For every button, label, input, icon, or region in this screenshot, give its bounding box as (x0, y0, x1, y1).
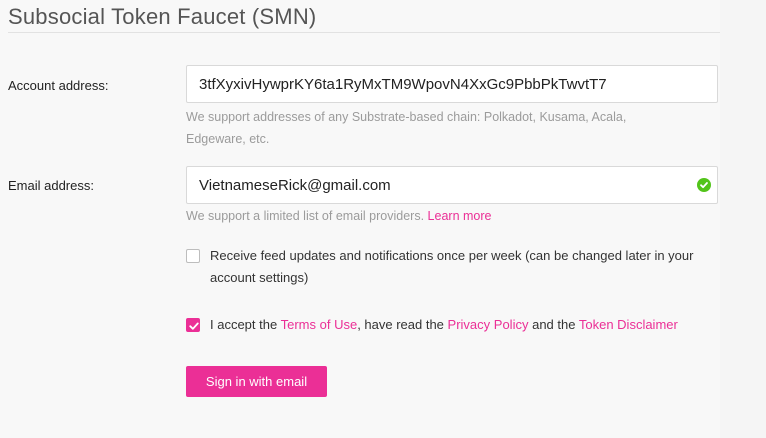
privacy-policy-link[interactable]: Privacy Policy (448, 317, 529, 332)
feed-updates-label: Receive feed updates and notifications o… (210, 248, 694, 285)
terms-middle-text: , have read the (357, 317, 444, 332)
account-address-label: Account address: (8, 78, 109, 93)
faucet-page: Subsocial Token Faucet (SMN) Account add… (0, 0, 720, 438)
terms-label: I accept the Terms of Use, have read the… (210, 314, 678, 336)
terms-of-use-link[interactable]: Terms of Use (281, 317, 358, 332)
account-address-help: We support addresses of any Substrate-ba… (186, 110, 627, 146)
terms-and-text: and the (532, 317, 576, 332)
email-input[interactable] (186, 166, 718, 204)
side-panel (720, 0, 766, 438)
check-circle-icon (697, 178, 711, 192)
learn-more-link[interactable]: Learn more (428, 209, 492, 223)
terms-checkbox[interactable] (186, 318, 200, 332)
email-address-label: Email address: (8, 178, 94, 193)
checkmark-icon (189, 322, 199, 330)
page-title: Subsocial Token Faucet (SMN) (8, 4, 317, 29)
email-help: We support a limited list of email provi… (186, 205, 491, 227)
email-help-text: We support a limited list of email provi… (186, 209, 425, 223)
account-address-input[interactable] (186, 65, 718, 103)
terms-prefix-text: I accept the (210, 317, 278, 332)
sign-in-with-email-button[interactable]: Sign in with email (186, 366, 327, 397)
title-divider (8, 32, 720, 33)
feed-updates-checkbox[interactable] (186, 249, 200, 263)
token-disclaimer-link[interactable]: Token Disclaimer (579, 317, 678, 332)
